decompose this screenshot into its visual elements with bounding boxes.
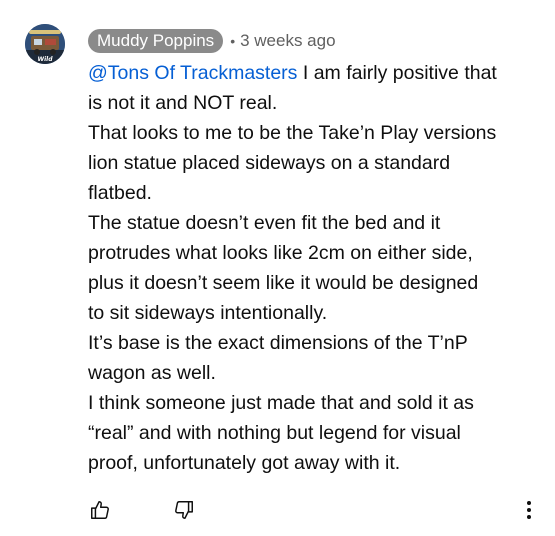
- comment-header: Muddy Poppins • 3 weeks ago: [88, 28, 336, 54]
- comment-thread-item: Wild Muddy Poppins • 3 weeks ago @Tons O…: [0, 0, 555, 536]
- comment-line: wagon as well.: [88, 362, 216, 384]
- comment-line: protrudes what looks like 2cm on either …: [88, 242, 473, 264]
- comment-body: @Tons Of Trackmasters I am fairly positi…: [88, 58, 538, 478]
- comment-line: That looks to me to be the Take’n Play v…: [88, 122, 497, 144]
- mention-link[interactable]: @Tons Of Trackmasters: [88, 62, 297, 84]
- channel-avatar-icon: Wild: [25, 24, 65, 64]
- avatar-badge-text: Wild: [37, 56, 53, 63]
- comment-line: is not it and NOT real.: [88, 92, 278, 114]
- comment-line: proof, unfortunately got away with it.: [88, 452, 401, 474]
- comment-line: @Tons Of Trackmasters I am fairly positi…: [88, 58, 538, 88]
- comment-line: The statue doesn’t even fit the bed and …: [88, 212, 441, 234]
- comment-line: I think someone just made that and sold …: [88, 392, 474, 414]
- comment-line: “real” and with nothing but legend for v…: [88, 422, 461, 444]
- dislike-button[interactable]: [170, 496, 198, 524]
- more-vertical-icon: [527, 501, 531, 519]
- comment-timestamp[interactable]: 3 weeks ago: [240, 31, 335, 51]
- thumbs-down-icon: [175, 501, 193, 519]
- comment-line: flatbed.: [88, 182, 152, 204]
- comment-line: to sit sideways intentionally.: [88, 302, 328, 324]
- comment-line-text: I am fairly positive that: [297, 62, 497, 84]
- comment-line: plus it doesn’t seem like it would be de…: [88, 272, 479, 294]
- author-avatar[interactable]: Wild: [25, 24, 65, 64]
- author-name[interactable]: Muddy Poppins: [88, 29, 224, 53]
- thumbs-up-icon: [91, 501, 109, 519]
- like-button[interactable]: [86, 496, 114, 524]
- comment-line: It’s base is the exact dimensions of the…: [88, 332, 468, 354]
- meta-separator: •: [230, 33, 236, 49]
- comment-line: lion statue placed sideways on a standar…: [88, 152, 451, 174]
- more-actions-button[interactable]: [517, 496, 541, 524]
